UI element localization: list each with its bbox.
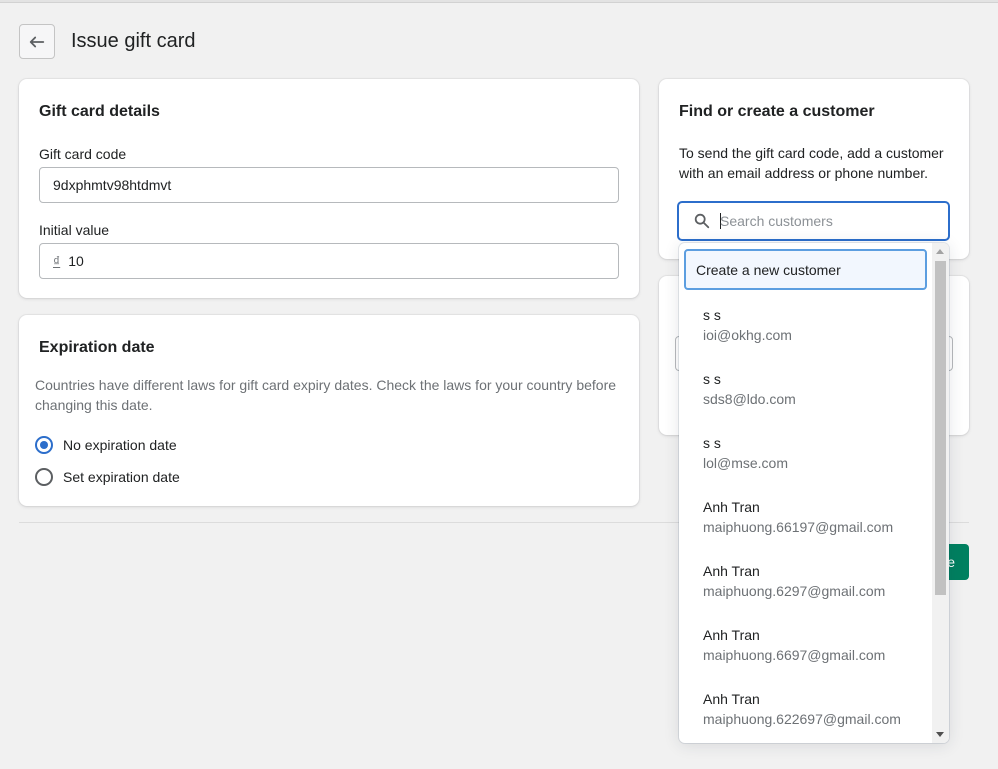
customer-result[interactable]: s s lol@mse.com xyxy=(703,433,927,473)
customer-search-field[interactable] xyxy=(677,201,950,241)
scroll-up-arrow-icon[interactable] xyxy=(936,249,944,254)
customer-name: Anh Tran xyxy=(703,499,760,515)
page-title: Issue gift card xyxy=(71,30,196,52)
initial-value-value: 10 xyxy=(68,253,84,269)
customer-name: s s xyxy=(703,371,721,387)
arrow-left-icon xyxy=(28,33,46,51)
top-bar-divider xyxy=(0,0,998,3)
customer-result[interactable]: s s ioi@okhg.com xyxy=(703,305,927,345)
initial-value-label: Initial value xyxy=(39,222,110,238)
create-new-customer-label: Create a new customer xyxy=(696,261,841,278)
search-icon xyxy=(693,212,711,230)
customer-email: maiphuong.6297@gmail.com xyxy=(703,583,886,599)
radio-label-no-expiration: No expiration date xyxy=(63,437,177,453)
expiration-help-text: Countries have different laws for gift c… xyxy=(35,377,617,413)
customer-help-text: To send the gift card code, add a custom… xyxy=(679,145,944,181)
gift-card-code-label: Gift card code xyxy=(39,146,127,162)
radio-button-unchecked[interactable] xyxy=(35,468,53,486)
customer-email: sds8@ldo.com xyxy=(703,391,796,407)
radio-set-expiration[interactable]: Set expiration date xyxy=(35,468,180,486)
card-title-customer: Find or create a customer xyxy=(679,103,875,120)
create-new-customer-option[interactable]: Create a new customer xyxy=(684,249,927,290)
card-title-expiration: Expiration date xyxy=(39,339,155,356)
customer-search-dropdown: Create a new customer s s ioi@okhg.com s… xyxy=(679,243,949,743)
back-button[interactable] xyxy=(19,24,55,59)
customer-name: Anh Tran xyxy=(703,691,760,707)
customer-name: Anh Tran xyxy=(703,627,760,643)
customer-result[interactable]: s s sds8@ldo.com xyxy=(703,369,927,409)
search-input[interactable] xyxy=(720,213,930,229)
customer-email: maiphuong.622697@gmail.com xyxy=(703,711,901,727)
customer-email: ioi@okhg.com xyxy=(703,327,792,343)
customer-name: s s xyxy=(703,307,721,323)
scrollbar-thumb[interactable] xyxy=(935,261,946,595)
customer-name: s s xyxy=(703,435,721,451)
gift-card-code-field[interactable]: 9dxphmtv98htdmvt xyxy=(39,167,619,203)
customer-result[interactable]: Anh Tran maiphuong.6297@gmail.com xyxy=(703,561,927,601)
expiration-date-card: Expiration date Countries have different… xyxy=(19,315,639,506)
radio-no-expiration[interactable]: No expiration date xyxy=(35,436,177,454)
radio-label-set-expiration: Set expiration date xyxy=(63,469,180,485)
customer-result[interactable]: Anh Tran maiphuong.6697@gmail.com xyxy=(703,625,927,665)
radio-button-checked[interactable] xyxy=(35,436,53,454)
customer-name: Anh Tran xyxy=(703,563,760,579)
initial-value-field[interactable]: ₫ 10 xyxy=(39,243,619,279)
customer-result[interactable]: Anh Tran maiphuong.622697@gmail.com xyxy=(703,689,927,729)
currency-prefix: ₫ xyxy=(53,253,61,269)
card-title-gift-card-details: Gift card details xyxy=(39,103,160,120)
customer-email: lol@mse.com xyxy=(703,455,789,471)
gift-card-code-value: 9dxphmtv98htdmvt xyxy=(53,177,172,193)
scroll-down-arrow-icon[interactable] xyxy=(936,732,944,737)
customer-email: maiphuong.6697@gmail.com xyxy=(703,647,886,663)
customer-email: maiphuong.66197@gmail.com xyxy=(703,519,894,535)
gift-card-details-card: Gift card details Gift card code 9dxphmt… xyxy=(19,79,639,298)
customer-result[interactable]: Anh Tran maiphuong.66197@gmail.com xyxy=(703,497,927,537)
dropdown-scrollbar[interactable] xyxy=(932,243,949,743)
